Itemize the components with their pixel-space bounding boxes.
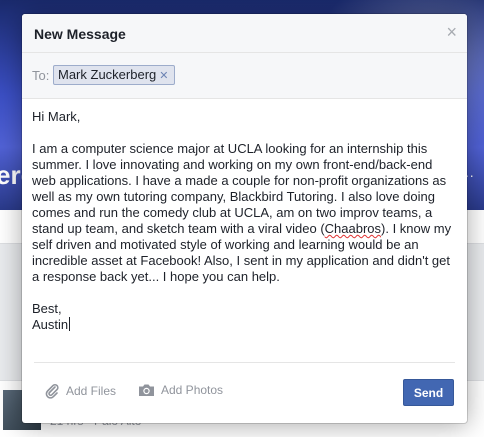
message-closing: Best, bbox=[32, 301, 62, 316]
camera-icon bbox=[139, 384, 154, 396]
misspelled-word[interactable]: Chaabros bbox=[325, 221, 381, 236]
recipient-token[interactable]: Mark Zuckerberg ✕ bbox=[53, 65, 176, 85]
add-files-button[interactable]: Add Files bbox=[44, 383, 116, 399]
dialog-footer: Add Files Add Photos Send bbox=[22, 374, 467, 414]
dialog-header: New Message × bbox=[22, 14, 467, 53]
dialog-title: New Message bbox=[34, 26, 126, 42]
send-button[interactable]: Send bbox=[403, 379, 454, 406]
add-photos-button[interactable]: Add Photos bbox=[138, 383, 223, 397]
recipient-name: Mark Zuckerberg bbox=[58, 67, 157, 82]
to-label: To: bbox=[32, 68, 50, 83]
paperclip-icon bbox=[45, 383, 59, 399]
add-files-label: Add Files bbox=[66, 384, 117, 398]
text-caret bbox=[69, 317, 71, 331]
message-signature: Austin bbox=[32, 317, 69, 332]
recipient-field[interactable]: To: Mark Zuckerberg ✕ bbox=[22, 53, 467, 99]
message-signature-line: Austin bbox=[32, 317, 456, 333]
add-photos-label: Add Photos bbox=[161, 383, 224, 397]
remove-recipient-icon[interactable]: ✕ bbox=[159, 70, 168, 82]
message-body[interactable]: Hi Mark, I am a computer science major a… bbox=[32, 109, 456, 333]
new-message-dialog: New Message × To: Mark Zuckerberg ✕ Hi Ma… bbox=[22, 14, 467, 423]
message-greeting: Hi Mark, bbox=[32, 109, 81, 124]
close-icon[interactable]: × bbox=[446, 23, 457, 41]
footer-divider bbox=[34, 362, 455, 363]
message-paragraph: I am a computer science major at UCLA lo… bbox=[32, 141, 456, 285]
